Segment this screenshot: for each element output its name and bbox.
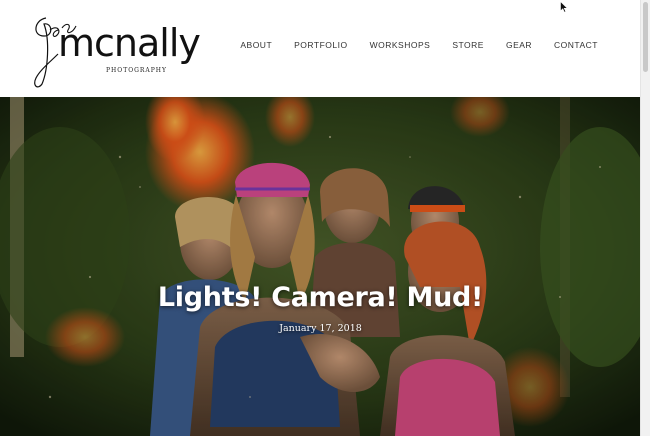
nav-gear[interactable]: GEAR (506, 40, 532, 50)
hero-banner[interactable]: Lights! Camera! Mud! January 17, 2018 (0, 97, 641, 436)
site-header: mcnally PHOTOGRAPHY ABOUT PORTFOLIO WORK… (0, 0, 641, 97)
hero-photo (0, 97, 641, 436)
nav-workshops[interactable]: WORKSHOPS (370, 40, 431, 50)
scrollbar-thumb[interactable] (643, 2, 648, 72)
main-nav: ABOUT PORTFOLIO WORKSHOPS STORE GEAR CON… (218, 40, 598, 50)
nav-contact[interactable]: CONTACT (554, 40, 598, 50)
nav-about[interactable]: ABOUT (240, 40, 272, 50)
site-logo[interactable]: mcnally PHOTOGRAPHY (28, 10, 201, 92)
vertical-scrollbar[interactable] (640, 0, 650, 436)
post-date: January 17, 2018 (279, 323, 362, 334)
post-title[interactable]: Lights! Camera! Mud! (0, 282, 641, 313)
nav-store[interactable]: STORE (452, 40, 484, 50)
logo-wordmark: mcnally (58, 21, 201, 65)
logo-subtitle: PHOTOGRAPHY (106, 67, 167, 74)
page: mcnally PHOTOGRAPHY ABOUT PORTFOLIO WORK… (0, 0, 650, 436)
mouse-pointer-icon (560, 1, 568, 13)
nav-portfolio[interactable]: PORTFOLIO (294, 40, 347, 50)
